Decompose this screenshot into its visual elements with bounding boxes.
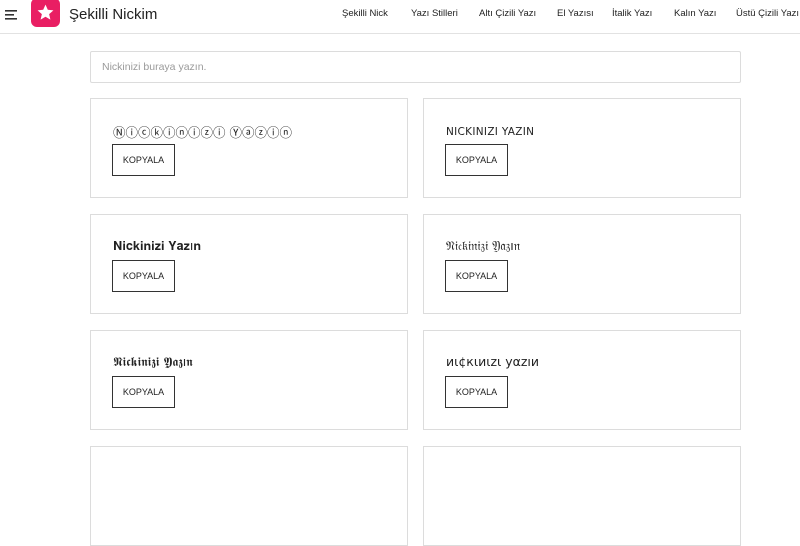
styled-nick-text: иι¢кιиιzι уαzıи [446,354,539,369]
style-card-bold-serif: 𝐍𝐢𝐜𝐤𝐢𝐧𝐢𝐳𝐢 𝐘𝐚𝐳ı𝐧 KOPYALA [90,214,408,314]
top-navbar: Şekilli Nickim Şekilli Nick Yazı Stiller… [0,0,800,34]
star-icon [37,4,54,20]
style-card-bold-fraktur: 𝕹𝖎𝖈𝖐𝖎𝖓𝖎𝖟𝖎 𝖄𝖆𝖟ı𝖓 KOPYALA [90,330,408,430]
style-card-partial [90,446,408,546]
nick-search-input[interactable] [90,51,741,83]
nav-link-alti-cizili-yazi[interactable]: Altı Çizili Yazı [479,8,536,19]
copy-button[interactable]: KOPYALA [112,376,175,408]
nav-link-yazi-stilleri[interactable]: Yazı Stilleri [411,8,458,19]
copy-button[interactable]: KOPYALA [112,260,175,292]
styled-nick-text: 𝕹𝖎𝖈𝖐𝖎𝖓𝖎𝖟𝖎 𝖄𝖆𝖟ı𝖓 [113,354,193,369]
nav-link-ustu-cizili-yazi[interactable]: Üstü Çizili Yazı [736,8,799,19]
styled-nick-text: 𝔑𝔦𝔠𝔨𝔦𝔫𝔦𝔷𝔦 𝔜𝔞𝔷ı𝔫 [446,238,521,253]
nav-link-italik-yazi[interactable]: İtalik Yazı [612,8,652,19]
style-card-faux-cyrillic: иι¢кιиιzι уαzıи KOPYALA [423,330,741,430]
styled-nick-text: 𝐍𝐢𝐜𝐤𝐢𝐧𝐢𝐳𝐢 𝐘𝐚𝐳ı𝐧 [113,238,201,253]
menu-icon[interactable] [5,9,19,21]
nav-link-el-yazisi[interactable]: El Yazısı [557,8,594,19]
copy-button[interactable]: KOPYALA [112,144,175,176]
style-card-partial [423,446,741,546]
style-card-fraktur: 𝔑𝔦𝔠𝔨𝔦𝔫𝔦𝔷𝔦 𝔜𝔞𝔷ı𝔫 KOPYALA [423,214,741,314]
logo[interactable] [31,0,60,27]
nav-link-kalin-yazi[interactable]: Kalın Yazı [674,8,716,19]
copy-button[interactable]: KOPYALA [445,144,508,176]
style-card-uppercase: NICKINIZI YAZIN KOPYALA [423,98,741,198]
nav-link-sekilli-nick[interactable]: Şekilli Nick [342,8,388,19]
copy-button[interactable]: KOPYALA [445,260,508,292]
styled-nick-text: Ⓝⓘⓒⓚⓘⓝⓘⓩⓘ Ⓨⓐⓩⓘⓝ [113,125,292,140]
styled-nick-text: NICKINIZI YAZIN [446,126,535,138]
copy-button[interactable]: KOPYALA [445,376,508,408]
brand-name[interactable]: Şekilli Nickim [69,6,157,23]
style-card-circled: Ⓝⓘⓒⓚⓘⓝⓘⓩⓘ Ⓨⓐⓩⓘⓝ KOPYALA [90,98,408,198]
